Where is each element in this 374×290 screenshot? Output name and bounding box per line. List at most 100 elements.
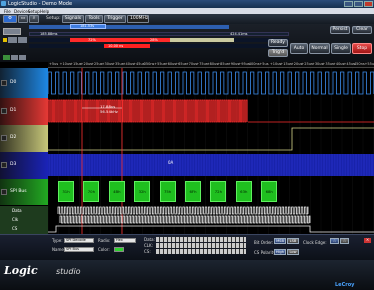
- subchannel-clk[interactable]: Clk: [0, 215, 48, 224]
- cs-channel-selector[interactable]: [156, 249, 246, 254]
- toolbar: ⚙ ▭ ⌕ Setup: Signals Tools Trigger 100MH…: [0, 14, 374, 24]
- add-signal-button[interactable]: [3, 55, 10, 60]
- spi-bus-value[interactable]: 32h: [134, 181, 151, 202]
- spi-bus-value[interactable]: 6Fh: [185, 181, 201, 202]
- channel-label: D0: [10, 80, 17, 85]
- channel-checkbox[interactable]: [1, 135, 7, 141]
- tools-button[interactable]: Tools: [85, 15, 103, 23]
- channel-checkbox[interactable]: [1, 80, 7, 86]
- channel-label: SPI Bus: [10, 189, 27, 194]
- subchannel-label: CS: [12, 226, 18, 231]
- footer: Logic studio LeCroy: [0, 260, 374, 290]
- channel-checkbox[interactable]: [1, 108, 7, 114]
- channel-label: D1: [10, 108, 17, 113]
- close-button[interactable]: [364, 1, 373, 7]
- zoom-out-button[interactable]: [3, 28, 21, 35]
- channel-d3[interactable]: D3: [0, 152, 48, 179]
- cs-high-button[interactable]: High: [274, 249, 286, 255]
- app-icon: [1, 1, 6, 6]
- cursor-a-pct: 72%: [88, 37, 96, 42]
- channel-d2[interactable]: D2: [0, 125, 48, 152]
- msb-button[interactable]: MSB: [274, 238, 286, 244]
- type-label: Type:: [52, 238, 63, 243]
- brand-logo: LeCroy: [335, 282, 355, 288]
- cursor-button[interactable]: ▭: [18, 15, 28, 23]
- auto-button[interactable]: Auto: [290, 43, 308, 54]
- cs-subwave: [48, 225, 374, 233]
- device-button[interactable]: ⚙: [3, 15, 17, 23]
- menu-file[interactable]: File: [4, 9, 11, 14]
- data-subwave: [57, 206, 309, 215]
- overview-bar[interactable]: [29, 25, 229, 29]
- subchannel-cs[interactable]: CS: [0, 224, 48, 234]
- record-icon[interactable]: [8, 37, 17, 43]
- cursor-track[interactable]: [29, 32, 289, 36]
- ready-indicator: Ready: [268, 39, 288, 47]
- ruler-tick: +5us: [259, 62, 269, 66]
- clk-channel-selector[interactable]: [156, 243, 246, 248]
- logo-studio: studio: [56, 267, 81, 276]
- decode-panel: Type: SPI Decode Radix: Hex Name: SPI Bu…: [0, 234, 374, 260]
- remove-signal-button[interactable]: [11, 55, 18, 60]
- measurement-annotation: 17.88us 56.54kHz: [100, 104, 118, 114]
- d2-waveform: [48, 127, 374, 151]
- spi-bus-value[interactable]: 4Bh: [108, 181, 125, 202]
- spi-bus-value[interactable]: 68h: [261, 181, 278, 202]
- clear-button[interactable]: Clear: [352, 26, 372, 34]
- t-value: 28%: [150, 37, 158, 42]
- data-channel-selector[interactable]: [156, 237, 246, 242]
- channel-label: D2: [10, 135, 17, 140]
- channel-checkbox[interactable]: [1, 189, 7, 195]
- type-select[interactable]: SPI Decode: [64, 238, 94, 243]
- window-title: LogicStudio - Demo Mode: [8, 1, 73, 7]
- waveform-area[interactable]: 17.88us 56.54kHz 0A 31h 70h 4Bh 32h 75h 6Fh 72…: [48, 68, 374, 234]
- single-button[interactable]: Single: [331, 43, 351, 54]
- subchannel-data[interactable]: Data: [0, 206, 48, 215]
- normal-button[interactable]: Normal: [309, 43, 330, 54]
- ruler-tick: +5us: [49, 62, 59, 66]
- offset-readout: 181.53s: [80, 24, 95, 28]
- cs-low-button[interactable]: Low: [287, 249, 299, 255]
- radix-select[interactable]: Hex: [114, 238, 136, 243]
- settings-icon[interactable]: [19, 55, 26, 60]
- cursor-a-readout: 185.88ms: [40, 31, 58, 36]
- channel-checkbox[interactable]: [1, 162, 7, 168]
- stop-button[interactable]: Stop: [352, 43, 372, 54]
- frequency-readout: 56.54kHz: [100, 109, 118, 114]
- lsb-button[interactable]: LSB: [287, 238, 299, 244]
- clk-subwave: [59, 215, 311, 224]
- timebase-track[interactable]: [29, 44, 289, 48]
- menu-setup[interactable]: Setup: [28, 9, 40, 14]
- close-panel-icon[interactable]: ×: [364, 238, 371, 243]
- yellow-marker-icon: [3, 38, 7, 42]
- trigd-indicator: Trig'd: [268, 49, 288, 57]
- channel-label: D3: [10, 162, 17, 167]
- menu-help[interactable]: Help: [40, 9, 49, 14]
- play-icon[interactable]: [18, 37, 27, 43]
- speed-select[interactable]: 100MHz: [127, 15, 149, 23]
- spi-bus-value[interactable]: 31h: [58, 181, 74, 202]
- rising-edge-button[interactable]: ⎍: [330, 238, 339, 244]
- clk-label: CLK:: [144, 243, 153, 248]
- color-swatch[interactable]: [114, 247, 124, 252]
- name-field[interactable]: SPI Bus: [64, 247, 94, 252]
- radix-label: Radix:: [98, 238, 111, 243]
- zoom-button[interactable]: ⌕: [29, 15, 39, 23]
- yellow-marker-range[interactable]: [170, 38, 234, 42]
- subchannel-label: Clk: [12, 217, 19, 222]
- maximize-button[interactable]: [354, 1, 363, 7]
- minimize-button[interactable]: [344, 1, 353, 7]
- d3-waveform: [48, 154, 374, 176]
- falling-edge-button[interactable]: ⎍: [340, 238, 349, 244]
- persist-button[interactable]: Persist: [330, 26, 350, 34]
- channel-d1[interactable]: D1: [0, 98, 48, 125]
- spi-bus-value[interactable]: 70h: [83, 181, 100, 202]
- signals-button[interactable]: Signals: [62, 15, 84, 23]
- channel-spi-bus[interactable]: SPI Bus: [0, 179, 48, 205]
- channel-d0[interactable]: D0: [0, 68, 48, 98]
- spi-bus-value[interactable]: 63h: [235, 181, 252, 202]
- trigger-button[interactable]: Trigger: [104, 15, 126, 23]
- spi-bus-value[interactable]: 72h: [210, 181, 227, 202]
- spi-bus-value[interactable]: 75h: [159, 181, 176, 202]
- d3-value-label: 0A: [168, 160, 174, 165]
